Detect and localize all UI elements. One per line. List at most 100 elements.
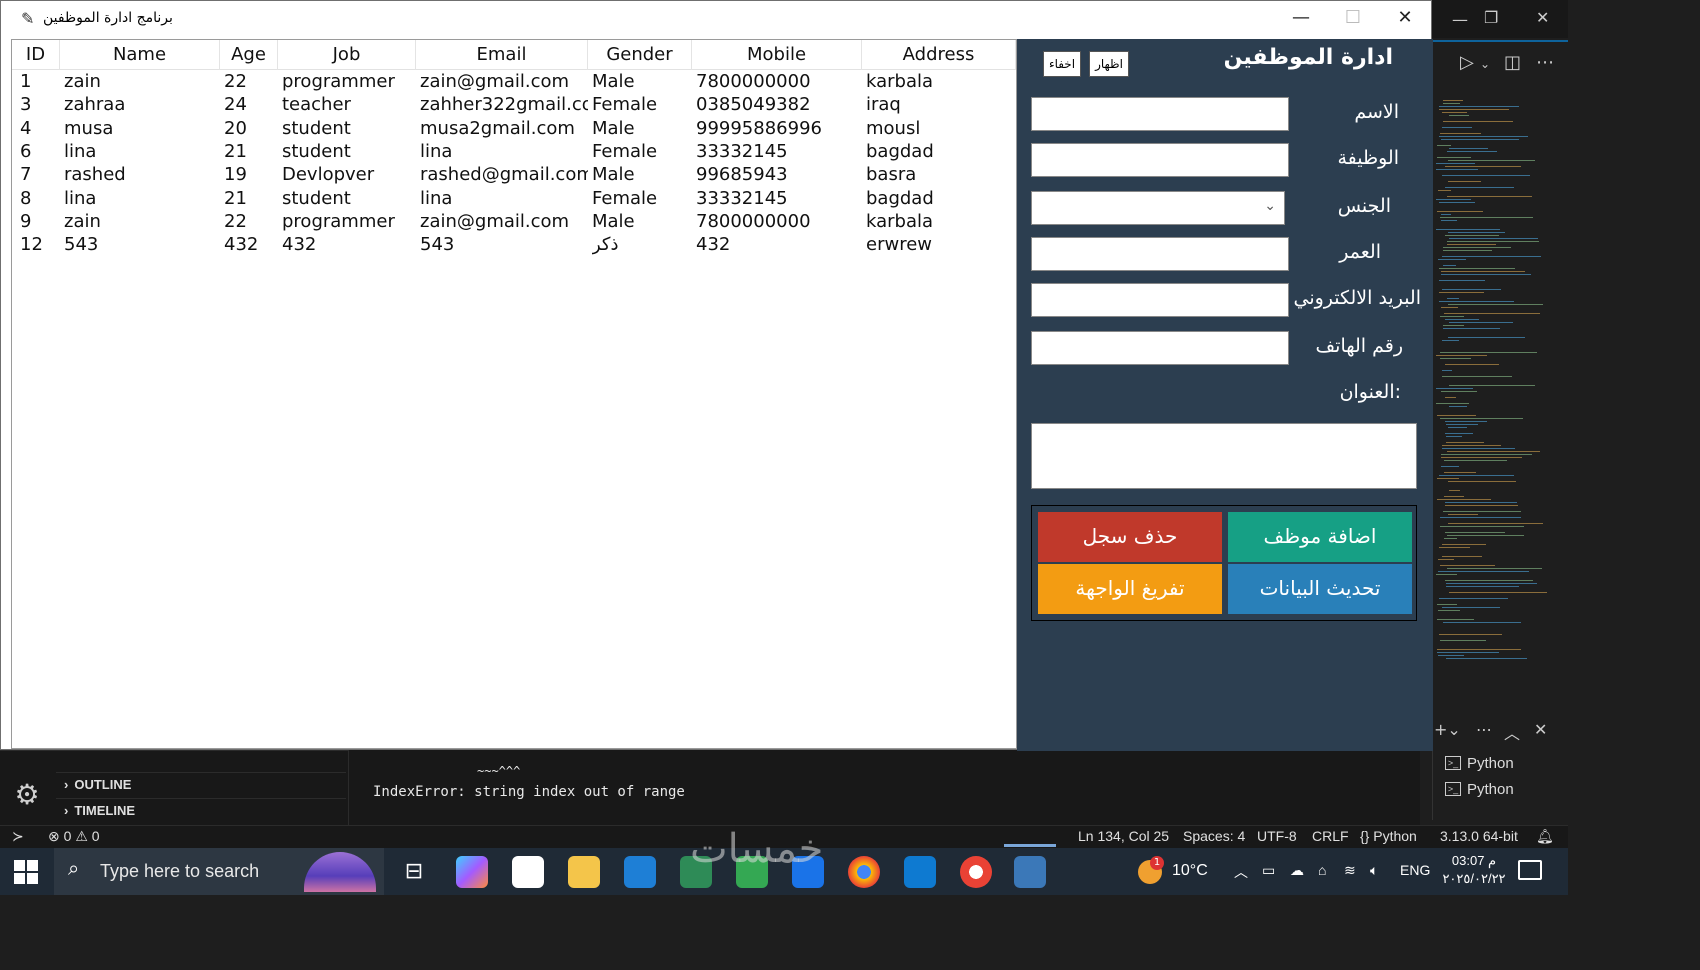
table-row[interactable]: 12 543 432 432 543 ذكر 432 erwrew [12,233,1016,256]
wifi-icon[interactable]: ≋ [1344,862,1356,879]
split-editor-icon[interactable]: ◫ [1504,52,1521,73]
chrome-profile-icon[interactable] [960,856,992,888]
gear-icon[interactable]: ⚙ [12,780,42,810]
maximize-panel-icon[interactable]: ︿ [1504,720,1520,744]
battery-icon[interactable]: ▭ [1262,862,1275,879]
problems-indicator[interactable]: ⊗ 0 ⚠ 0 [48,828,100,845]
table-cell-email: zain@gmail.com [420,210,570,232]
python-app-icon[interactable] [1014,856,1046,888]
gender-select[interactable]: ⌄ [1031,191,1285,225]
minimap-line [1446,586,1519,587]
terminal-item[interactable]: >_ Python [1433,750,1568,776]
table-cell-email: 543 [420,234,455,256]
minimap-line [1448,304,1543,305]
update-data-button[interactable]: تحديث البيانات [1228,564,1412,614]
run-icon[interactable]: ▷ [1460,52,1474,73]
column-header-gender[interactable]: Gender [588,40,692,70]
table-cell-job: student [282,117,351,139]
minimap-line [1442,607,1500,608]
close-panel-icon[interactable]: ✕ [1534,720,1547,739]
column-header-email[interactable]: Email [416,40,588,70]
minimap-line [1444,472,1476,473]
column-header-address[interactable]: Address [862,40,1016,70]
minimap-line [1439,202,1475,203]
minimize-icon[interactable]: — [1275,1,1327,37]
terminal-item[interactable]: >_ Python [1433,776,1568,802]
show-button[interactable]: اظهار [1089,51,1129,77]
minimap-line [1442,544,1486,545]
delete-record-button[interactable]: حذف سجل [1038,512,1222,562]
job-input[interactable] [1031,143,1289,177]
column-header-job[interactable]: Job [278,40,416,70]
table-cell-name: zain [64,210,101,232]
table-cell-mobile: 99685943 [696,164,788,186]
name-input[interactable] [1031,97,1289,131]
cursor-position[interactable]: Ln 134, Col 25 [1078,828,1169,844]
minimize-icon[interactable]: — [1452,10,1468,29]
copilot-icon[interactable] [456,856,488,888]
terminal-icon: >_ [1445,782,1461,796]
task-view-icon[interactable]: ⊟ [398,856,430,888]
minimap-line [1442,289,1501,290]
minimap-line [1443,265,1456,266]
minimap-line [1437,478,1459,479]
close-icon[interactable]: ✕ [1536,8,1549,27]
table-row[interactable]: 6 lina 21 student lina Female 33332145 bagdad [12,140,1016,163]
address-input[interactable] [1031,423,1417,489]
timeline-section[interactable]: › TIMELINE [56,798,346,822]
maximize-icon[interactable]: ☐ [1327,1,1379,37]
close-icon[interactable]: ✕ [1379,1,1431,37]
language-mode[interactable]: {} Python [1360,828,1417,844]
age-input[interactable] [1031,237,1289,271]
phone-input[interactable] [1031,331,1289,365]
cloud-icon[interactable]: ☁ [1290,862,1304,879]
more-icon[interactable]: ⋯ [1476,720,1492,739]
table-row[interactable]: 7 rashed 19 Devlopver rashed@gmail.com Male 99… [12,163,1016,186]
more-actions-icon[interactable]: ⋯ [1536,52,1554,73]
minimap-line [1444,460,1507,461]
remote-icon[interactable]: ≻ [12,828,24,845]
input-language[interactable]: ENG [1400,862,1430,878]
hide-button[interactable]: اخفاء [1043,51,1081,77]
active-app-indicator [1004,844,1056,847]
column-header-id[interactable]: ID [12,40,60,70]
table-row[interactable]: 1 zain 22 programmer zain@gmail.com Male 78000… [12,70,1016,93]
table-row[interactable]: 8 lina 21 student lina Female 33332145 bagdad [12,187,1016,210]
encoding[interactable]: UTF-8 [1257,828,1297,844]
clear-form-button[interactable]: تفريغ الواجهة [1038,564,1222,614]
vscode-icon[interactable] [904,856,936,888]
column-header-name[interactable]: Name [60,40,220,70]
table-row[interactable]: 4 musa 20 student musa2gmail.com Male 99995886… [12,117,1016,140]
store-icon[interactable] [512,856,544,888]
volume-icon[interactable]: 🔈︎ [1370,862,1378,879]
interpreter-version[interactable]: 3.13.0 64-bit [1440,828,1518,844]
chevron-down-icon[interactable]: ⌄ [1480,57,1490,71]
table-row[interactable]: 3 zahraa 24 teacher zahher322gmail.comFemale… [12,93,1016,116]
restore-icon[interactable]: ❐ [1484,8,1498,27]
terminal-panel[interactable]: ~~~^^^ IndexError: string index out of r… [348,750,1420,825]
outline-section[interactable]: › OUTLINE [56,772,346,796]
chevron-up-icon[interactable]: ︿ [1234,862,1248,882]
email-input[interactable] [1031,283,1289,317]
employee-table[interactable]: ID Name Age Job Email Gender Mobile Address 1 za… [11,39,1017,749]
minimap-line [1442,448,1515,449]
add-employee-button[interactable]: اضافة موظف [1228,512,1412,562]
new-terminal-icon[interactable]: +⌄ [1434,720,1461,739]
taskbar-search[interactable]: ⌕ Type here to search [54,848,384,895]
indentation[interactable]: Spaces: 4 [1183,828,1245,844]
table-row[interactable]: 9 zain 22 programmer zain@gmail.com Male 78000… [12,210,1016,233]
bell-icon[interactable]: 🔔︎ [1536,828,1554,845]
table-cell-id: 8 [20,187,32,209]
weather-temp[interactable]: 10°C [1172,862,1208,880]
notification-icon[interactable] [1518,860,1542,880]
chrome-icon[interactable] [848,856,880,888]
minimap[interactable] [1432,100,1568,660]
column-header-age[interactable]: Age [220,40,278,70]
column-header-mobile[interactable]: Mobile [692,40,862,70]
file-explorer-icon[interactable] [568,856,600,888]
device-icon[interactable]: ⌂ [1318,862,1326,878]
clock[interactable]: 03:07 م ٢٠٢٥/٠٢/٢٢ [1434,852,1514,888]
line-ending[interactable]: CRLF [1312,828,1349,844]
windows-start-icon[interactable] [14,860,38,884]
mail-icon[interactable] [624,856,656,888]
